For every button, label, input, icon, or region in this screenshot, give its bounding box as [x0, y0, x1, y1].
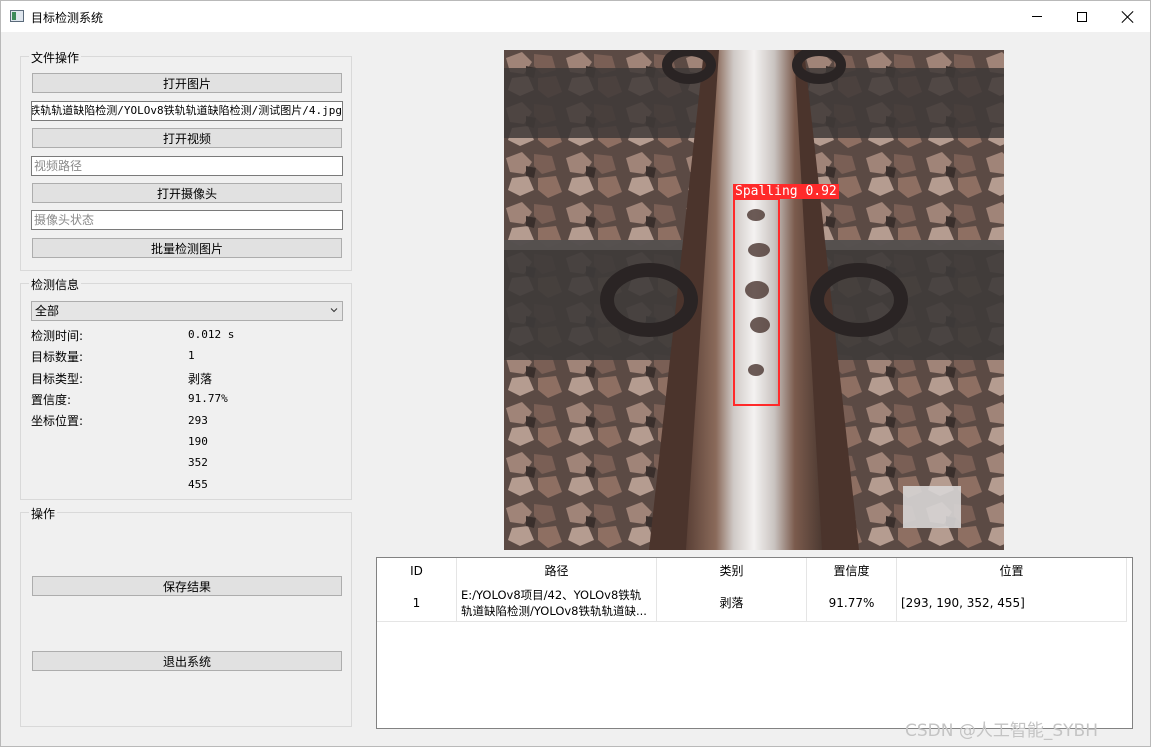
save-results-button[interactable]: 保存结果: [32, 576, 342, 596]
watermark: CSDN @人工智能_SYBH: [905, 721, 1098, 741]
exit-system-button[interactable]: 退出系统: [32, 651, 342, 671]
header-location[interactable]: 位置: [897, 558, 1127, 583]
confidence-label: 置信度:: [31, 393, 72, 407]
ymin-value: 190: [188, 435, 208, 448]
cell-path-line2: 轨道缺陷检测/YOLOv8铁轨轨道缺...: [461, 603, 647, 618]
confidence-value: 91.77%: [188, 392, 228, 405]
time-value: 0.012 s: [188, 328, 235, 341]
cell-path-line1: E:/YOLOv8项目/42、YOLOv8铁轨: [461, 587, 642, 602]
chevron-down-icon: [330, 308, 338, 313]
file-operations-title: 文件操作: [29, 49, 82, 66]
header-class[interactable]: 类别: [657, 558, 807, 583]
results-table[interactable]: ID 路径 类别 置信度 位置 1 E:/YOLOv8项目/42、YOLOv8铁…: [376, 557, 1133, 729]
open-image-button[interactable]: 打开图片: [32, 73, 342, 93]
close-button[interactable]: [1105, 1, 1151, 32]
cell-path: E:/YOLOv8项目/42、YOLOv8铁轨 轨道缺陷检测/YOLOv8铁轨轨…: [457, 583, 657, 622]
xmin-value: 293: [188, 414, 208, 427]
minimize-icon: [1032, 16, 1042, 17]
detection-label-text: Spalling 0.92: [735, 184, 837, 199]
image-path-text: E:/YOLOv8项目/42、YOLOv8铁轨轨道缺陷检测/YOLOv8铁轨轨道…: [31, 104, 342, 117]
window-title: 目标检测系统: [31, 11, 104, 25]
maximize-icon: [1077, 11, 1087, 22]
type-value: 剥落: [188, 372, 213, 386]
target-select-value: 全部: [35, 304, 60, 318]
detection-image: Spalling 0.92: [504, 50, 1004, 550]
operations-title: 操作: [29, 505, 58, 522]
header-id[interactable]: ID: [377, 558, 457, 583]
minimize-button[interactable]: [1014, 1, 1060, 32]
cell-id: 1: [377, 583, 457, 622]
maximize-button[interactable]: [1059, 1, 1105, 32]
cell-location: [293, 190, 352, 455]: [897, 583, 1127, 622]
open-camera-button[interactable]: 打开摄像头: [32, 183, 342, 203]
table-row[interactable]: 1 E:/YOLOv8项目/42、YOLOv8铁轨 轨道缺陷检测/YOLOv8铁…: [377, 583, 1127, 622]
close-icon: [1122, 11, 1134, 23]
app-window: 目标检测系统 文件操作 打开图片 E:/YOLOv8项目/42、YOLOv8铁轨…: [0, 0, 1151, 747]
xmax-value: 352: [188, 456, 208, 469]
count-value: 1: [188, 349, 195, 362]
title-bar[interactable]: 目标检测系统: [1, 1, 1150, 32]
cell-confidence: 91.77%: [807, 583, 897, 622]
position-label: 坐标位置:: [31, 414, 84, 428]
time-label: 检测时间:: [31, 329, 84, 343]
cell-class: 剥落: [657, 583, 807, 622]
header-confidence[interactable]: 置信度: [807, 558, 897, 583]
count-label: 目标数量:: [31, 350, 84, 364]
open-video-button[interactable]: 打开视频: [32, 128, 342, 148]
batch-detect-button[interactable]: 批量检测图片: [32, 238, 342, 258]
camera-status-field[interactable]: 摄像头状态: [31, 210, 343, 230]
file-operations-group: 文件操作 打开图片 E:/YOLOv8项目/42、YOLOv8铁轨轨道缺陷检测/…: [20, 49, 352, 271]
detection-info-group: 检测信息 全部 检测时间: 0.012 s 目标数量: 1 目标类型: 剥落 置…: [20, 276, 352, 500]
video-path-field[interactable]: 视频路径: [31, 156, 343, 176]
table-header: ID 路径 类别 置信度 位置: [377, 558, 1127, 583]
type-label: 目标类型:: [31, 372, 84, 386]
image-path-field[interactable]: E:/YOLOv8项目/42、YOLOv8铁轨轨道缺陷检测/YOLOv8铁轨轨道…: [31, 101, 343, 121]
detection-box: [733, 198, 780, 406]
detection-info-title: 检测信息: [29, 276, 82, 293]
ymax-value: 455: [188, 478, 208, 491]
operations-group: 操作 保存结果 退出系统: [20, 505, 352, 727]
header-path[interactable]: 路径: [457, 558, 657, 583]
detection-label: Spalling 0.92: [733, 184, 839, 199]
target-select[interactable]: 全部: [31, 301, 343, 321]
app-icon: [10, 10, 24, 22]
